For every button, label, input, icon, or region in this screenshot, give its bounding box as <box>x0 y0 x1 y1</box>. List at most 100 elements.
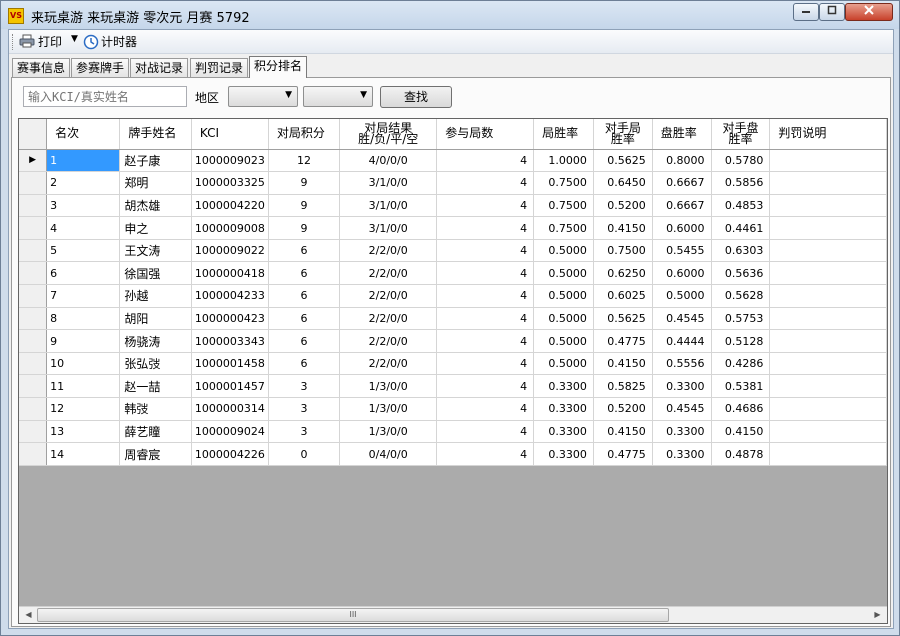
cell-match-win-rate[interactable]: 0.4545 <box>652 307 712 331</box>
cell-games-played[interactable]: 4 <box>436 194 535 218</box>
print-button[interactable]: 打印 <box>38 33 62 51</box>
cell-match-win-rate[interactable]: 0.4444 <box>652 329 712 353</box>
cell-match-points[interactable]: 6 <box>268 239 341 263</box>
column-header-penalty-notes[interactable]: 判罚说明 <box>769 119 887 150</box>
scroll-thumb[interactable]: III <box>37 608 669 622</box>
cell-games-played[interactable]: 4 <box>436 261 535 286</box>
table-row[interactable]: 6 徐国强 1000000418 6 2/2/0/0 4 0.5000 0.6250 0.600… <box>19 261 887 286</box>
cell-match-points[interactable]: 6 <box>268 307 341 331</box>
cell-penalty-notes[interactable] <box>769 420 887 444</box>
cell-games-played[interactable]: 4 <box>436 329 535 353</box>
row-header[interactable] <box>19 352 48 376</box>
cell-player-name[interactable]: 张弘弢 <box>119 352 192 376</box>
table-row[interactable]: 12 韩弢 1000000314 3 1/3/0/0 4 0.3300 0.5200 0.454… <box>19 397 887 421</box>
cell-kci[interactable]: 1000000423 <box>191 307 269 331</box>
cell-kci[interactable]: 1000004220 <box>191 194 269 218</box>
cell-rank[interactable]: 12 <box>46 397 121 421</box>
table-row[interactable]: 10 张弘弢 1000001458 6 2/2/0/0 4 0.5000 0.4150 0.55… <box>19 352 887 376</box>
standings-grid[interactable]: 名次 牌手姓名 KCI 对局积分 对局结果 胜/负/平/空 参与局数 局胜率 对… <box>18 118 888 624</box>
cell-rank[interactable]: 6 <box>46 261 121 286</box>
table-row[interactable]: 8 胡阳 1000000423 6 2/2/0/0 4 0.5000 0.5625 0.4545… <box>19 307 887 331</box>
cell-penalty-notes[interactable] <box>769 194 887 218</box>
cell-game-win-rate[interactable]: 0.3300 <box>533 420 594 444</box>
cell-rank[interactable]: 4 <box>46 216 121 240</box>
cell-games-played[interactable]: 4 <box>436 420 535 444</box>
close-button[interactable] <box>845 3 893 21</box>
cell-game-win-rate[interactable]: 0.5000 <box>533 239 594 263</box>
column-header-match-win-rate[interactable]: 盘胜率 <box>652 119 712 150</box>
tab-players[interactable]: 参赛牌手 <box>71 58 130 78</box>
cell-match-points[interactable]: 9 <box>268 171 341 195</box>
cell-rank[interactable]: 3 <box>46 194 121 218</box>
cell-match-result[interactable]: 2/2/0/0 <box>339 307 438 331</box>
table-row[interactable]: 7 孙越 1000004233 6 2/2/0/0 4 0.5000 0.6025 0.5000… <box>19 284 887 308</box>
row-header[interactable] <box>19 216 48 240</box>
cell-games-played[interactable]: 4 <box>436 171 535 195</box>
cell-opp-game-win-rate[interactable]: 0.4775 <box>593 329 653 353</box>
cell-player-name[interactable]: 申之 <box>119 216 192 240</box>
cell-rank[interactable]: 5 <box>46 239 121 263</box>
cell-opp-game-win-rate[interactable]: 0.5200 <box>593 397 653 421</box>
cell-penalty-notes[interactable] <box>769 329 887 353</box>
cell-match-win-rate[interactable]: 0.6000 <box>652 261 712 286</box>
cell-opp-match-win-rate[interactable]: 0.5780 <box>711 149 771 173</box>
cell-match-win-rate[interactable]: 0.3300 <box>652 442 712 466</box>
cell-games-played[interactable]: 4 <box>436 442 535 466</box>
cell-rank[interactable]: 10 <box>46 352 121 376</box>
maximize-button[interactable] <box>819 3 845 21</box>
cell-game-win-rate[interactable]: 0.7500 <box>533 171 594 195</box>
cell-match-points[interactable]: 6 <box>268 284 341 308</box>
table-row[interactable]: 9 杨骁涛 1000003343 6 2/2/0/0 4 0.5000 0.4775 0.444… <box>19 329 887 353</box>
cell-match-points[interactable]: 3 <box>268 374 341 399</box>
cell-opp-match-win-rate[interactable]: 0.4461 <box>711 216 771 240</box>
column-header-opp-game-win-rate[interactable]: 对手局 胜率 <box>593 119 653 150</box>
cell-player-name[interactable]: 徐国强 <box>119 261 192 286</box>
table-row[interactable]: 2 郑明 1000003325 9 3/1/0/0 4 0.7500 0.6450 0.6667… <box>19 171 887 195</box>
cell-kci[interactable]: 1000000418 <box>191 261 269 286</box>
cell-match-result[interactable]: 1/3/0/0 <box>339 420 438 444</box>
cell-game-win-rate[interactable]: 0.5000 <box>533 352 594 376</box>
cell-match-points[interactable]: 0 <box>268 442 341 466</box>
cell-penalty-notes[interactable] <box>769 239 887 263</box>
cell-player-name[interactable]: 胡阳 <box>119 307 192 331</box>
cell-opp-game-win-rate[interactable]: 0.4150 <box>593 216 653 240</box>
table-row[interactable]: ▶ 1 赵子康 1000009023 12 4/0/0/0 4 1.0000 0.5625 0.8… <box>19 149 887 173</box>
cell-opp-game-win-rate[interactable]: 0.5625 <box>593 149 653 173</box>
cell-match-result[interactable]: 3/1/0/0 <box>339 194 438 218</box>
clock-icon[interactable] <box>83 34 99 50</box>
cell-match-points[interactable]: 6 <box>268 329 341 353</box>
cell-rank[interactable]: 1 <box>46 149 121 173</box>
cell-games-played[interactable]: 4 <box>436 397 535 421</box>
cell-match-points[interactable]: 3 <box>268 420 341 444</box>
cell-penalty-notes[interactable] <box>769 374 887 399</box>
cell-opp-game-win-rate[interactable]: 0.4150 <box>593 352 653 376</box>
cell-kci[interactable]: 1000001458 <box>191 352 269 376</box>
cell-games-played[interactable]: 4 <box>436 374 535 399</box>
cell-opp-match-win-rate[interactable]: 0.5128 <box>711 329 771 353</box>
find-button[interactable]: 查找 <box>380 86 452 108</box>
printer-icon[interactable] <box>19 34 35 48</box>
cell-game-win-rate[interactable]: 0.5000 <box>533 307 594 331</box>
column-header-kci[interactable]: KCI <box>191 119 269 150</box>
cell-match-win-rate[interactable]: 0.3300 <box>652 374 712 399</box>
cell-game-win-rate[interactable]: 0.5000 <box>533 329 594 353</box>
cell-match-result[interactable]: 1/3/0/0 <box>339 374 438 399</box>
table-row[interactable]: 14 周睿宸 1000004226 0 0/4/0/0 4 0.3300 0.4775 0.33… <box>19 442 887 466</box>
chevron-down-icon[interactable]: ▼ <box>71 34 78 44</box>
cell-kci[interactable]: 1000001457 <box>191 374 269 399</box>
cell-games-played[interactable]: 4 <box>436 239 535 263</box>
cell-player-name[interactable]: 韩弢 <box>119 397 192 421</box>
cell-games-played[interactable]: 4 <box>436 149 535 173</box>
cell-penalty-notes[interactable] <box>769 442 887 466</box>
cell-opp-match-win-rate[interactable]: 0.4150 <box>711 420 771 444</box>
horizontal-scrollbar[interactable]: ◀ III ▶ <box>19 606 887 623</box>
column-header-game-win-rate[interactable]: 局胜率 <box>533 119 594 150</box>
cell-opp-game-win-rate[interactable]: 0.6025 <box>593 284 653 308</box>
cell-player-name[interactable]: 胡杰雄 <box>119 194 192 218</box>
cell-match-result[interactable]: 4/0/0/0 <box>339 149 438 173</box>
cell-kci[interactable]: 1000003343 <box>191 329 269 353</box>
cell-player-name[interactable]: 赵子康 <box>119 149 192 173</box>
tab-penalty-records[interactable]: 判罚记录 <box>190 58 249 78</box>
row-header[interactable] <box>19 420 48 444</box>
row-header[interactable] <box>19 307 48 331</box>
